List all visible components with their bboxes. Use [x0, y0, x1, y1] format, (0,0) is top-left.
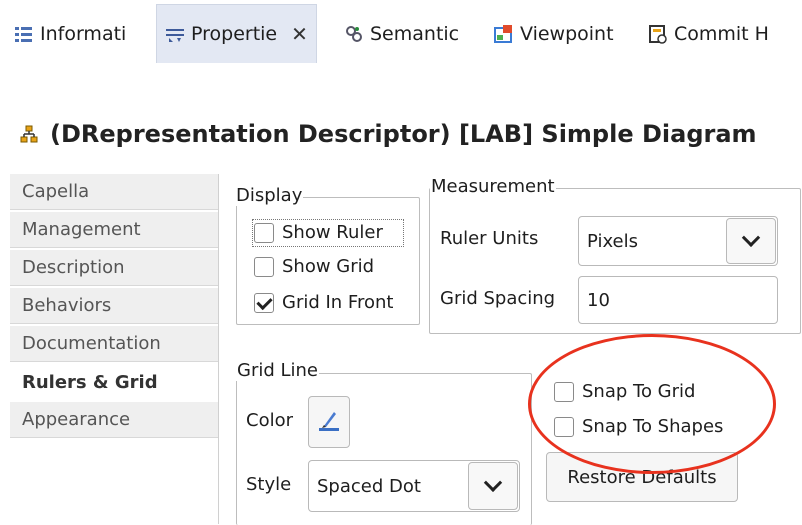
properties-title: (DRepresentation Descriptor) [LAB] Simpl… [0, 110, 802, 158]
chevron-down-icon [483, 473, 503, 492]
ruler-units-label: Ruler Units [440, 228, 539, 249]
close-icon[interactable]: ✕ [291, 22, 308, 46]
properties-icon [165, 24, 185, 44]
tab-viewpoint[interactable]: Viewpoint [494, 10, 614, 58]
side-tab-management[interactable]: Management [10, 212, 218, 248]
grid-spacing-value: 10 [587, 289, 610, 311]
show-ruler-checkbox[interactable]: Show Ruler [254, 222, 383, 243]
measurement-legend: Measurement [430, 176, 556, 197]
information-icon [14, 24, 34, 44]
commit-history-icon [648, 24, 668, 44]
tab-label: Informati [40, 23, 127, 45]
display-legend: Display [235, 185, 304, 206]
show-ruler-label: Show Ruler [282, 222, 383, 243]
side-tabs-divider [218, 174, 219, 524]
tab-label: Propertie [191, 23, 278, 45]
properties-side-tabs: Capella Management Description Behaviors… [10, 174, 218, 440]
side-tab-behaviors[interactable]: Behaviors [10, 288, 218, 324]
tab-information[interactable]: Informati [14, 10, 126, 58]
grid-in-front-checkbox[interactable]: Grid In Front [254, 292, 393, 313]
side-tab-rulers-and-grid[interactable]: Rulers & Grid [10, 364, 218, 400]
side-tab-documentation[interactable]: Documentation [10, 326, 218, 362]
ruler-units-value: Pixels [587, 230, 639, 252]
tab-semantic-browser[interactable]: Semantic [344, 10, 459, 58]
ruler-units-dropdown-button[interactable] [726, 218, 776, 264]
grid-spacing-input[interactable]: 10 [578, 276, 778, 324]
paint-brush-icon [317, 408, 341, 437]
snap-to-shapes-checkbox[interactable]: Snap To Shapes [554, 416, 723, 437]
checkbox-box [254, 256, 274, 277]
checkbox-box [554, 416, 574, 437]
grid-in-front-label: Grid In Front [282, 292, 394, 313]
show-grid-checkbox[interactable]: Show Grid [254, 256, 374, 277]
tab-commit-history[interactable]: Commit H [648, 10, 769, 58]
grid-style-value: Spaced Dot [317, 475, 421, 497]
tab-properties[interactable]: Propertie ✕ [156, 4, 317, 63]
tab-label: Viewpoint [520, 23, 614, 45]
side-tab-capella[interactable]: Capella [10, 174, 218, 210]
snap-to-grid-checkbox[interactable]: Snap To Grid [554, 381, 695, 402]
grid-color-button[interactable] [308, 396, 350, 448]
side-tab-appearance[interactable]: Appearance [10, 402, 218, 438]
checkmark-icon [254, 292, 274, 313]
restore-defaults-button[interactable]: Restore Defaults [546, 452, 738, 502]
checkbox-box [554, 381, 574, 402]
snap-to-shapes-label: Snap To Shapes [582, 416, 724, 437]
show-grid-label: Show Grid [282, 256, 375, 277]
color-label: Color [246, 410, 293, 431]
viewpoint-icon [494, 24, 514, 44]
side-tab-description[interactable]: Description [10, 250, 218, 286]
checkbox-box [254, 222, 274, 243]
grid-line-legend: Grid Line [236, 360, 320, 381]
snap-to-grid-label: Snap To Grid [582, 381, 696, 402]
tab-label: Commit H [674, 23, 769, 45]
view-tab-bar: Informati Propertie ✕ Semantic Viewpoint… [0, 0, 802, 72]
grid-spacing-label: Grid Spacing [440, 288, 556, 309]
chevron-down-icon [741, 228, 761, 247]
grid-style-dropdown-button[interactable] [468, 462, 518, 510]
representation-descriptor-icon [20, 125, 38, 143]
page-title: (DRepresentation Descriptor) [LAB] Simpl… [50, 120, 757, 148]
tab-label: Semantic [370, 23, 460, 45]
style-label: Style [246, 474, 292, 495]
semantic-browser-icon [344, 24, 364, 44]
